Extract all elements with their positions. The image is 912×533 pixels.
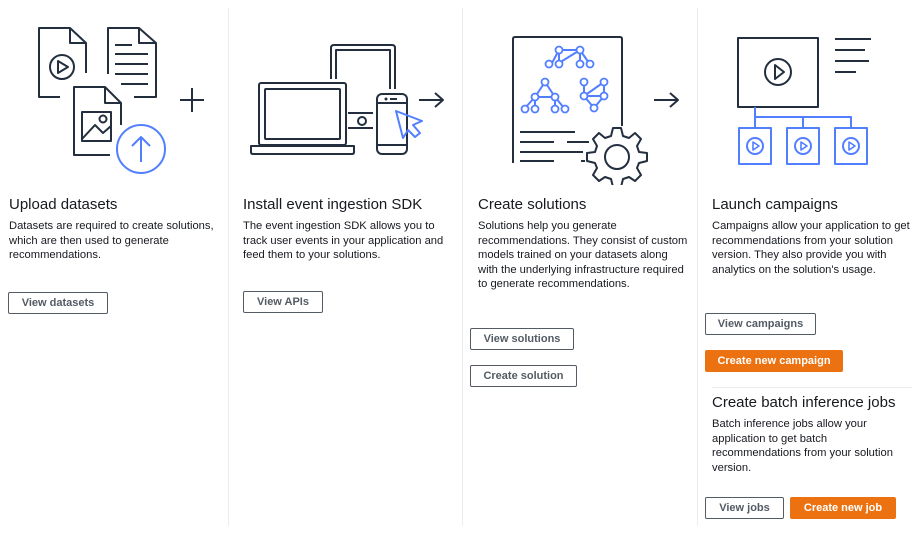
create-new-campaign-button[interactable]: Create new campaign bbox=[705, 350, 843, 372]
step-install-sdk: Install event ingestion SDK The event in… bbox=[229, 0, 462, 527]
arrow-right-icon bbox=[654, 92, 679, 108]
view-jobs-button[interactable]: View jobs bbox=[705, 497, 784, 519]
step-title: Launch campaigns bbox=[712, 196, 838, 213]
view-campaigns-button[interactable]: View campaigns bbox=[705, 313, 816, 335]
step-launch-campaigns: Launch campaigns Campaigns allow your ap… bbox=[698, 0, 912, 527]
step-description: Solutions help you generate recommendati… bbox=[478, 220, 688, 291]
step-description: Campaigns allow your application to get … bbox=[712, 220, 910, 276]
video-distribution-icon bbox=[737, 37, 871, 165]
plus-icon bbox=[180, 88, 204, 112]
create-solution-button[interactable]: Create solution bbox=[470, 365, 577, 387]
step-title: Install event ingestion SDK bbox=[243, 196, 423, 213]
subsection-title: Create batch inference jobs bbox=[712, 394, 896, 411]
step-description: The event ingestion SDK allows you to tr… bbox=[243, 220, 444, 262]
step-upload-datasets: Upload datasets Datasets are required to… bbox=[0, 0, 228, 527]
arrow-right-icon bbox=[419, 92, 444, 108]
section-divider bbox=[712, 387, 912, 388]
step-title: Create solutions bbox=[478, 196, 587, 213]
view-apis-button[interactable]: View APIs bbox=[243, 291, 323, 313]
create-new-job-button[interactable]: Create new job bbox=[790, 497, 896, 519]
step-description: Datasets are required to create solution… bbox=[9, 220, 214, 262]
step-create-solutions: Create solutions Solutions help you gene… bbox=[463, 0, 697, 527]
subsection-description: Batch inference jobs allow your applicat… bbox=[712, 418, 893, 474]
view-datasets-button[interactable]: View datasets bbox=[8, 292, 108, 314]
view-solutions-button[interactable]: View solutions bbox=[470, 328, 574, 350]
step-title: Upload datasets bbox=[9, 196, 118, 213]
